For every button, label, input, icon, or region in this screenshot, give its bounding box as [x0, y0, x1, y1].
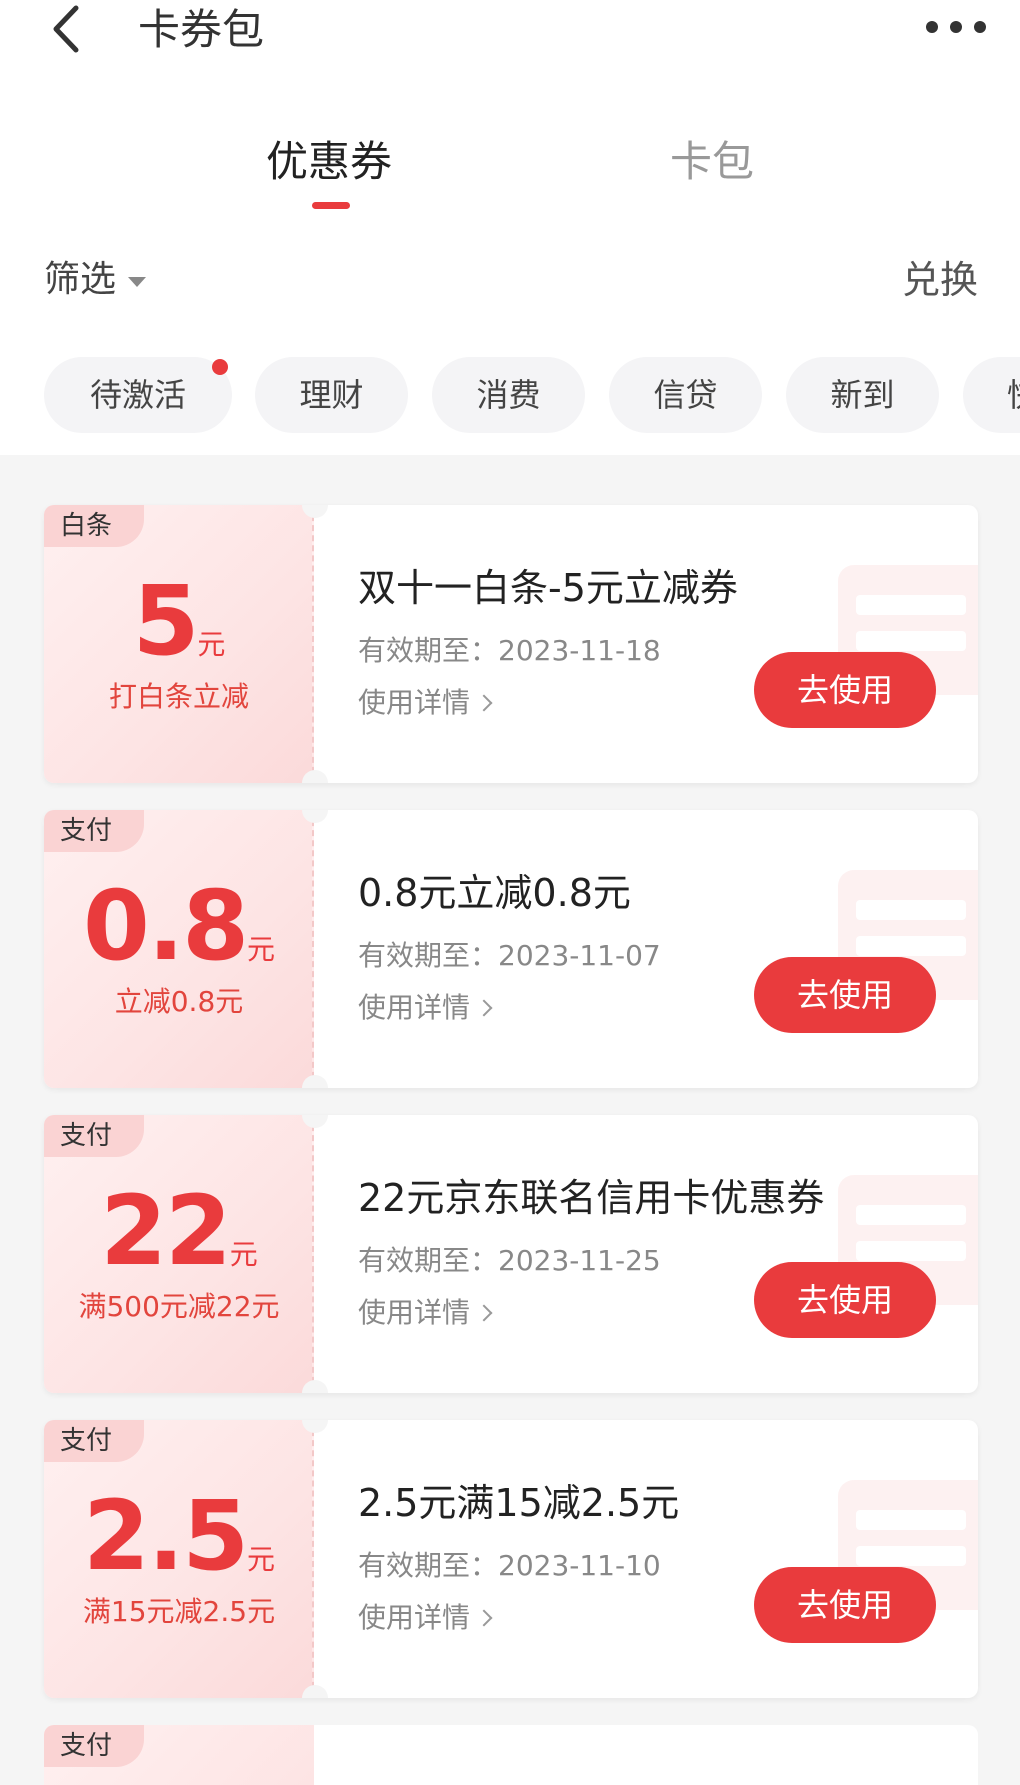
coupon-condition: 满15元减2.5元 [82, 1595, 276, 1628]
coupon-condition: 立减0.8元 [114, 985, 244, 1018]
coupon-title: 0.8元立减0.8元 [358, 871, 631, 915]
coupon-stub: 支付 22元 满500元减22元 [44, 1115, 314, 1393]
chip-new-arrivals[interactable]: 新到 [786, 357, 939, 433]
chip-label: 信贷 [653, 376, 718, 414]
coupon-amount: 0.8元 [44, 870, 314, 982]
coupon-title: 2.5元满15减2.5元 [358, 1481, 680, 1525]
coupon-stub: 支付 [44, 1725, 314, 1785]
chip-consumption[interactable]: 消费 [432, 357, 585, 433]
chip-label: 新到 [830, 376, 895, 414]
chevron-right-icon [475, 1304, 493, 1322]
coupon-card: 白条 5元 打白条立减 双十一白条-5元立减券 有效期至：2023-11-18 … [44, 505, 978, 783]
coupon-type-tag: 白条 [44, 505, 145, 547]
coupon-title: 双十一白条-5元立减券 [358, 566, 738, 610]
coupon-expiry: 有效期至：2023-11-10 [358, 1549, 661, 1582]
coupon-type-tag: 支付 [44, 1115, 145, 1157]
coupon-body: 0.8元立减0.8元 有效期至：2023-11-07 使用详情 去使用 [358, 810, 978, 1088]
detail-label: 使用详情 [358, 1296, 471, 1329]
chip-expiring[interactable]: 快 [963, 357, 1020, 433]
coupon-card-partial: 支付 [44, 1725, 978, 1785]
usage-details-link[interactable]: 使用详情 [358, 986, 493, 1026]
back-arrow-icon[interactable] [44, 4, 94, 54]
usage-details-link[interactable]: 使用详情 [358, 681, 493, 721]
coupon-amount: 2.5元 [44, 1480, 314, 1592]
use-coupon-button[interactable]: 去使用 [754, 957, 936, 1033]
coupon-stub: 支付 2.5元 满15元减2.5元 [44, 1420, 314, 1698]
coupon-type-tag: 支付 [44, 1725, 145, 1767]
coupon-condition: 打白条立减 [108, 680, 249, 713]
coupon-condition: 满500元减22元 [78, 1290, 280, 1323]
detail-label: 使用详情 [358, 1601, 471, 1634]
amount-unit: 元 [247, 933, 276, 966]
coupon-body: 22元京东联名信用卡优惠券 有效期至：2023-11-25 使用详情 去使用 [358, 1115, 978, 1393]
caret-down-icon [128, 277, 147, 287]
exchange-button[interactable]: 兑换 [902, 252, 978, 308]
active-tab-indicator [312, 202, 350, 209]
use-coupon-button[interactable]: 去使用 [754, 1262, 936, 1338]
notification-dot [212, 359, 228, 375]
chip-label: 消费 [476, 376, 541, 414]
usage-details-link[interactable]: 使用详情 [358, 1291, 493, 1331]
ticket-notch [302, 1380, 328, 1393]
ticket-notch [302, 1685, 328, 1698]
coupon-expiry: 有效期至：2023-11-18 [358, 634, 661, 667]
coupon-body: 双十一白条-5元立减券 有效期至：2023-11-18 使用详情 去使用 [358, 505, 978, 783]
use-coupon-button[interactable]: 去使用 [754, 1567, 936, 1643]
chevron-right-icon [475, 694, 493, 712]
coupon-stub: 支付 0.8元 立减0.8元 [44, 810, 314, 1088]
chip-label: 快 [1007, 376, 1020, 414]
header-area: 卡券包 优惠券 卡包 筛选 兑换 待激活 理财 消费 信贷 新到 快 [0, 0, 1020, 455]
amount-number: 2.5 [82, 1480, 249, 1592]
coupon-stub: 白条 5元 打白条立减 [44, 505, 314, 783]
chip-credit[interactable]: 信贷 [609, 357, 762, 433]
detail-label: 使用详情 [358, 991, 471, 1024]
amount-unit: 元 [229, 1238, 258, 1271]
coupon-body: 2.5元满15减2.5元 有效期至：2023-11-10 使用详情 去使用 [358, 1420, 978, 1698]
filter-label: 筛选 [44, 259, 117, 300]
page-title: 卡券包 [138, 5, 265, 54]
coupon-type-tag: 支付 [44, 810, 145, 852]
use-coupon-button[interactable]: 去使用 [754, 652, 936, 728]
filter-dropdown[interactable]: 筛选 [44, 252, 147, 308]
ticket-notch [302, 770, 328, 783]
chevron-right-icon [475, 1609, 493, 1627]
chip-pending-activation[interactable]: 待激活 [44, 357, 232, 433]
tab-card-wallet[interactable]: 卡包 [670, 130, 754, 194]
coupon-card: 支付 22元 满500元减22元 22元京东联名信用卡优惠券 有效期至：2023… [44, 1115, 978, 1393]
category-chips: 待激活 理财 消费 信贷 新到 快 [0, 357, 1020, 433]
amount-unit: 元 [197, 628, 226, 661]
tab-bar: 优惠券 卡包 [0, 130, 1020, 210]
coupon-amount: 5元 [44, 565, 314, 677]
coupon-card: 支付 0.8元 立减0.8元 0.8元立减0.8元 有效期至：2023-11-0… [44, 810, 978, 1088]
chip-label: 理财 [299, 376, 364, 414]
coupon-expiry: 有效期至：2023-11-25 [358, 1244, 661, 1277]
coupon-expiry: 有效期至：2023-11-07 [358, 939, 661, 972]
amount-unit: 元 [247, 1543, 276, 1576]
coupon-type-tag: 支付 [44, 1420, 145, 1462]
chevron-right-icon [475, 999, 493, 1017]
coupon-title: 22元京东联名信用卡优惠券 [358, 1176, 825, 1220]
ticket-notch [302, 1075, 328, 1088]
usage-details-link[interactable]: 使用详情 [358, 1596, 493, 1636]
amount-number: 5 [132, 565, 200, 677]
coupon-card: 支付 2.5元 满15元减2.5元 2.5元满15减2.5元 有效期至：2023… [44, 1420, 978, 1698]
coupon-amount: 22元 [44, 1175, 314, 1287]
amount-number: 22 [100, 1175, 232, 1287]
chip-label: 待激活 [89, 376, 186, 414]
tab-coupons[interactable]: 优惠券 [266, 130, 392, 194]
detail-label: 使用详情 [358, 686, 471, 719]
more-options-icon[interactable] [924, 12, 988, 42]
chip-finance[interactable]: 理财 [255, 357, 408, 433]
amount-number: 0.8 [82, 870, 249, 982]
